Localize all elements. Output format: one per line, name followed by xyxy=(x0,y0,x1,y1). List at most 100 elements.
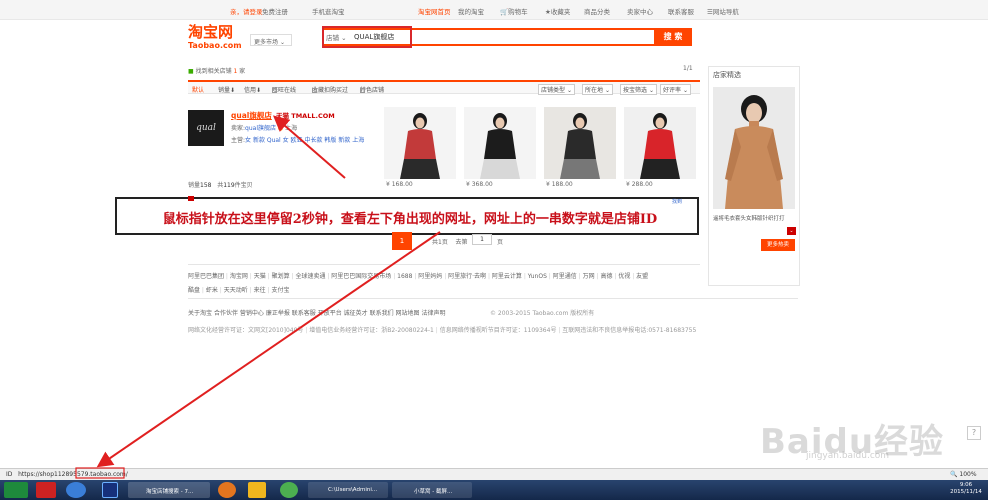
filter-wangwang[interactable]: 旺旺在线 xyxy=(272,85,296,94)
footer-link[interactable]: 开放平台 xyxy=(318,310,342,317)
footer-link[interactable]: 联系我们 xyxy=(370,310,394,317)
more-hot-button[interactable]: 更多热卖 xyxy=(761,239,795,251)
register-link[interactable]: 免费注册 xyxy=(262,6,288,16)
system-clock[interactable]: 9:06 2015/11/14 xyxy=(948,482,984,496)
cart-link[interactable]: 🛒购物车 xyxy=(500,6,528,16)
annotation-text: 鼠标指针放在这里停留2秒钟，查看左下角出现的网址，网址上的一串数字就是店铺ID xyxy=(162,212,658,227)
footer-link[interactable]: 增值电信业务经营许可证：浙B2-20080224-1 xyxy=(309,327,434,334)
footer-link[interactable]: 法律声明 xyxy=(421,310,445,317)
seller-center-link[interactable]: 卖家中心 xyxy=(627,6,653,16)
filter-special[interactable]: 特色店铺 xyxy=(360,85,384,94)
taobao-logo[interactable]: 淘宝网 Taobao.com xyxy=(188,24,244,52)
favorites-link[interactable]: ★收藏夹 xyxy=(545,6,570,16)
footer-link[interactable]: YunOS xyxy=(528,273,547,280)
featured-product-image[interactable] xyxy=(713,87,795,209)
rating-dropdown[interactable]: 好评率 ⌄ xyxy=(660,84,691,95)
footer-link[interactable]: 阿里通信 xyxy=(553,273,577,280)
footer-link[interactable]: 阿里巴巴国际交易市场 xyxy=(331,273,391,280)
footer-link[interactable]: 阿里巴巴集团 xyxy=(188,273,224,280)
app-icon[interactable] xyxy=(248,482,266,498)
footer-link[interactable]: 淘宝网 xyxy=(230,273,248,280)
mobile-link[interactable]: 手机逛淘宝 xyxy=(312,6,345,16)
footer-link[interactable]: 高德 xyxy=(600,273,612,280)
featured-product-caption[interactable]: 遥将毛衣套头女韩版针织打打 xyxy=(713,214,797,222)
chevron-down-icon: ⌄ xyxy=(566,87,572,94)
shop-name-link[interactable]: qual旗舰店 xyxy=(231,110,272,121)
footer-link[interactable]: 聚划算 xyxy=(272,273,290,280)
footer-link[interactable]: 来往 xyxy=(254,287,266,294)
footer-link[interactable]: 天猫 xyxy=(254,273,266,280)
arrow-down-icon: ⬇ xyxy=(230,87,236,94)
footer-link[interactable]: 网站地图 xyxy=(396,310,420,317)
search-button[interactable]: 搜 索 xyxy=(654,28,692,46)
page-input[interactable]: 1 xyxy=(472,234,492,245)
footer-link[interactable]: 全球速卖通 xyxy=(295,273,325,280)
footer-link[interactable]: 酷盘 xyxy=(188,287,200,294)
footer-link[interactable]: 支付宝 xyxy=(271,287,289,294)
shop-logo[interactable]: qual xyxy=(188,110,224,146)
product-thumbnail[interactable] xyxy=(624,107,696,179)
chrome-icon[interactable] xyxy=(280,482,298,498)
shop-type-dropdown[interactable]: 店铺类型 ⌄ xyxy=(538,84,575,95)
footer-link[interactable]: 阿里妈妈 xyxy=(418,273,442,280)
filter-dropdown[interactable]: 按宝筛选 ⌄ xyxy=(620,84,657,95)
footer-link[interactable]: 合作伙伴 xyxy=(214,310,238,317)
footer-link[interactable]: 阿里旅行·去啊 xyxy=(448,273,486,280)
chevron-down-icon[interactable]: ⌄ xyxy=(787,227,796,235)
help-icon[interactable]: ? xyxy=(967,426,981,440)
taskbar-task-screenshot[interactable]: 小草窝 - 截屏... xyxy=(392,482,472,498)
shop-main-item[interactable]: 女 新款 xyxy=(245,137,267,144)
photoshop-icon[interactable] xyxy=(102,482,118,498)
firefox-icon[interactable] xyxy=(218,482,236,498)
shop-picks-sidebar: 店家精选 遥将毛衣套头女韩版针织打打 ⌄ 更多热卖 xyxy=(708,66,800,286)
my-taobao-link[interactable]: 我的淘宝 xyxy=(458,6,484,16)
app-icon[interactable] xyxy=(66,482,86,498)
shop-main-item[interactable]: 新款 xyxy=(338,137,352,144)
footer-divider xyxy=(188,264,700,265)
footer-link[interactable]: 友盟 xyxy=(636,273,648,280)
site-topbar: 亲，请登录 免费注册 手机逛淘宝 淘宝网首页 我的淘宝 🛒购物车 ★收藏夹 商品… xyxy=(0,0,988,20)
footer-link[interactable]: 联系客服 xyxy=(292,310,316,317)
footer-link[interactable]: 万网 xyxy=(583,273,595,280)
shop-main-item[interactable]: 韩版 xyxy=(324,137,338,144)
home-link[interactable]: 淘宝网首页 xyxy=(418,6,451,16)
taskbar-task-browser[interactable]: 淘宝店铺搜索 - 7... xyxy=(128,482,210,498)
footer-link[interactable]: 网络文化经营许可证：文网文[2010]040号 xyxy=(188,327,303,334)
product-price: ¥ 368.00 xyxy=(466,181,493,188)
shop-main-item[interactable]: 中长款 xyxy=(304,137,324,144)
zoom-level[interactable]: 🔍 100% xyxy=(950,471,977,478)
footer-link[interactable]: 1688 xyxy=(397,273,412,280)
shop-main-item[interactable]: 欧亚 xyxy=(291,137,305,144)
footer-link[interactable]: 优视 xyxy=(618,273,630,280)
sort-credit[interactable]: 信用⬇ xyxy=(244,85,261,94)
footer-link[interactable]: 关于淘宝 xyxy=(188,310,212,317)
product-thumbnail[interactable] xyxy=(464,107,536,179)
footer-link[interactable]: 诚征英才 xyxy=(344,310,368,317)
footer-link[interactable]: 互联网违法和不良信息举报电话:0571-81683755 xyxy=(562,327,696,334)
sort-default[interactable]: 默认 xyxy=(192,85,204,94)
annotation-highlight-box xyxy=(322,26,412,48)
sort-sales[interactable]: 销量⬇ xyxy=(218,85,235,94)
page-current[interactable]: 1 xyxy=(392,232,412,250)
service-link[interactable]: 联系客服 xyxy=(668,6,694,16)
footer-link[interactable]: 阿里云计算 xyxy=(492,273,522,280)
product-thumbnail[interactable] xyxy=(384,107,456,179)
footer-link[interactable]: 虾米 xyxy=(206,287,218,294)
footer-link[interactable]: 廉正举报 xyxy=(266,310,290,317)
filter-guarantee[interactable]: 收藏扣购买过 xyxy=(312,85,348,94)
app-icon[interactable] xyxy=(4,482,28,498)
taskbar-task-explorer[interactable]: C:\Users\Admini... xyxy=(308,482,388,498)
footer-link[interactable]: 信息网络传播视听节目许可证：1109364号 xyxy=(440,327,557,334)
sitemap-link[interactable]: ☰网站导航 xyxy=(707,6,739,16)
shop-main-item[interactable]: 上海 xyxy=(352,137,364,144)
categories-link[interactable]: 商品分类 xyxy=(584,6,610,16)
shop-main-item[interactable]: Qual 女 xyxy=(267,137,291,144)
footer-link[interactable]: 营销中心 xyxy=(240,310,264,317)
more-market-dropdown[interactable]: 更多市场 ⌄ xyxy=(250,34,292,46)
app-icon[interactable] xyxy=(36,482,56,498)
footer-link[interactable]: 天天动听 xyxy=(224,287,248,294)
location-dropdown[interactable]: 所在地 ⌄ xyxy=(582,84,613,95)
login-link[interactable]: 亲，请登录 xyxy=(230,6,263,16)
chevron-down-icon: ⌄ xyxy=(648,87,654,94)
product-thumbnail[interactable] xyxy=(544,107,616,179)
